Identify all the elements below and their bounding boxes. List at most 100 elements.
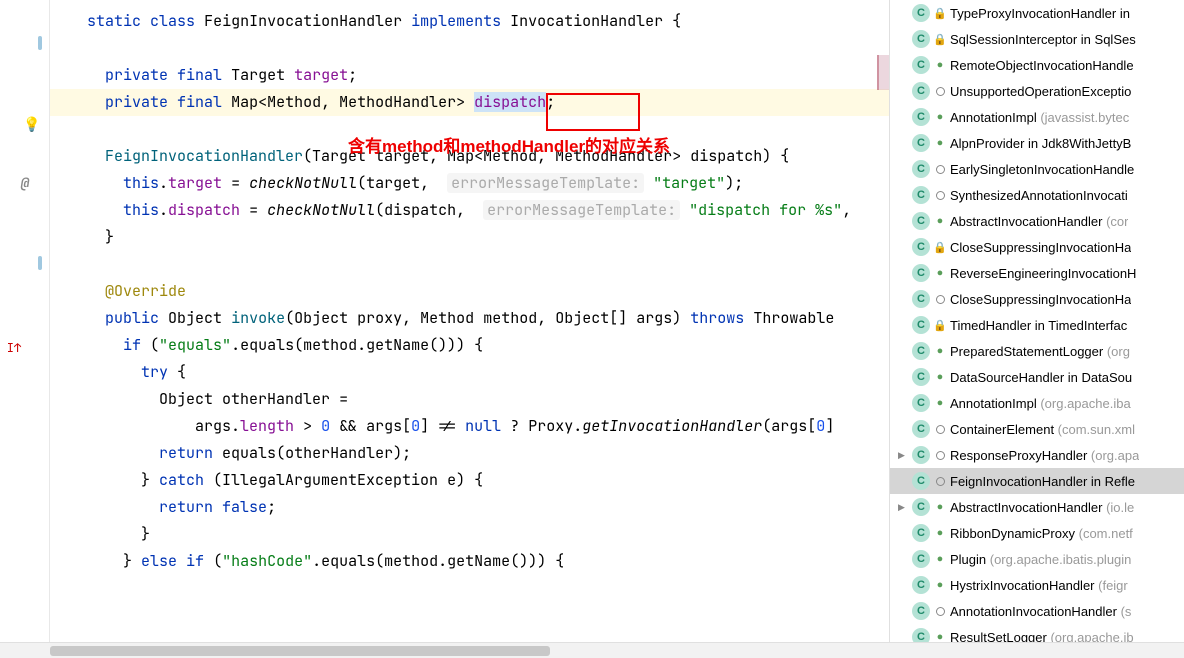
code-editor[interactable]: static class FeignInvocationHandler impl… bbox=[50, 0, 889, 658]
hierarchy-item[interactable]: C EarlySingletonInvocationHandle bbox=[890, 156, 1184, 182]
class-icon: C bbox=[912, 368, 930, 386]
class-icon: C bbox=[912, 4, 930, 22]
class-icon: C bbox=[912, 82, 930, 100]
impl-icon: ● bbox=[934, 397, 946, 409]
hierarchy-item[interactable]: C ● AbstractInvocationHandler (cor bbox=[890, 208, 1184, 234]
hierarchy-label: AnnotationImpl (org.apache.iba bbox=[950, 396, 1131, 411]
hierarchy-item[interactable]: C ● HystrixInvocationHandler (feigr bbox=[890, 572, 1184, 598]
fold-marker[interactable] bbox=[38, 256, 42, 270]
hierarchy-label: PreparedStatementLogger (org bbox=[950, 344, 1130, 359]
hierarchy-item[interactable]: C ● Plugin (org.apache.ibatis.plugin bbox=[890, 546, 1184, 572]
class-icon: C bbox=[912, 394, 930, 412]
impl-marker-icon[interactable]: I↑ bbox=[4, 338, 24, 358]
hierarchy-item[interactable]: C🔒TypeProxyInvocationHandler in bbox=[890, 0, 1184, 26]
impl-icon: ● bbox=[934, 579, 946, 591]
hierarchy-label: TimedHandler in TimedInterfac bbox=[950, 318, 1127, 333]
impl-icon: ● bbox=[934, 59, 946, 71]
class-icon: C bbox=[912, 342, 930, 360]
class-icon: C bbox=[912, 290, 930, 308]
impl-icon: ● bbox=[934, 137, 946, 149]
hierarchy-panel[interactable]: C🔒TypeProxyInvocationHandler inC🔒SqlSess… bbox=[889, 0, 1184, 658]
ring-icon bbox=[934, 425, 946, 434]
hierarchy-label: FeignInvocationHandler in Refle bbox=[950, 474, 1135, 489]
hierarchy-label: ContainerElement (com.sun.xml bbox=[950, 422, 1135, 437]
hierarchy-item[interactable]: C 🔒 TimedHandler in TimedInterfac bbox=[890, 312, 1184, 338]
class-icon: C bbox=[912, 524, 930, 542]
impl-icon: ● bbox=[934, 345, 946, 357]
lock-icon: 🔒 bbox=[934, 33, 946, 46]
hierarchy-item[interactable]: C CloseSuppressingInvocationHa bbox=[890, 286, 1184, 312]
class-icon: C bbox=[912, 160, 930, 178]
hierarchy-label: AnnotationImpl (javassist.bytec bbox=[950, 110, 1129, 125]
hierarchy-item[interactable]: C ● AnnotationImpl (org.apache.iba bbox=[890, 390, 1184, 416]
hierarchy-label: CloseSuppressingInvocationHa bbox=[950, 292, 1131, 307]
hierarchy-item[interactable]: C ● DataSourceHandler in DataSou bbox=[890, 364, 1184, 390]
hierarchy-label: SqlSessionInterceptor in SqlSes bbox=[950, 32, 1136, 47]
hierarchy-label: RemoteObjectInvocationHandle bbox=[950, 58, 1134, 73]
ring-icon bbox=[934, 477, 946, 486]
lock-icon: 🔒 bbox=[934, 7, 946, 20]
ring-icon bbox=[934, 191, 946, 200]
class-icon: C bbox=[912, 212, 930, 230]
class-icon: C bbox=[912, 550, 930, 568]
impl-icon: ● bbox=[934, 553, 946, 565]
hierarchy-label: DataSourceHandler in DataSou bbox=[950, 370, 1132, 385]
bulb-icon[interactable]: 💡 bbox=[22, 115, 42, 135]
ring-icon bbox=[934, 87, 946, 96]
hierarchy-item[interactable]: C ● PreparedStatementLogger (org bbox=[890, 338, 1184, 364]
minimap-highlight bbox=[877, 55, 889, 90]
ring-icon bbox=[934, 165, 946, 174]
hierarchy-label: AlpnProvider in Jdk8WithJettyB bbox=[950, 136, 1131, 151]
class-icon: C bbox=[912, 446, 930, 464]
class-icon: C bbox=[912, 264, 930, 282]
impl-icon: ● bbox=[934, 215, 946, 227]
hierarchy-item[interactable]: ▶C ● AbstractInvocationHandler (io.le bbox=[890, 494, 1184, 520]
expand-icon[interactable]: ▶ bbox=[898, 502, 912, 513]
expand-icon[interactable]: ▶ bbox=[898, 450, 912, 461]
hierarchy-item[interactable]: C ● AnnotationImpl (javassist.bytec bbox=[890, 104, 1184, 130]
fold-marker[interactable] bbox=[38, 36, 42, 50]
hierarchy-label: AnnotationInvocationHandler (s bbox=[950, 604, 1131, 619]
class-icon: C bbox=[912, 108, 930, 126]
hierarchy-item[interactable]: C UnsupportedOperationExceptio bbox=[890, 78, 1184, 104]
hierarchy-item[interactable]: C AnnotationInvocationHandler (s bbox=[890, 598, 1184, 624]
class-icon: C bbox=[912, 576, 930, 594]
class-icon: C bbox=[912, 134, 930, 152]
hierarchy-item[interactable]: C●RemoteObjectInvocationHandle bbox=[890, 52, 1184, 78]
hierarchy-label: SynthesizedAnnotationInvocati bbox=[950, 188, 1128, 203]
hierarchy-item[interactable]: C●RibbonDynamicProxy (com.netf bbox=[890, 520, 1184, 546]
hierarchy-item[interactable]: ▶CResponseProxyHandler (org.apa bbox=[890, 442, 1184, 468]
impl-icon: ● bbox=[934, 267, 946, 279]
hierarchy-item[interactable]: C ContainerElement (com.sun.xml bbox=[890, 416, 1184, 442]
hierarchy-item[interactable]: C ● AlpnProvider in Jdk8WithJettyB bbox=[890, 130, 1184, 156]
hierarchy-label: Plugin (org.apache.ibatis.plugin bbox=[950, 552, 1131, 567]
hierarchy-item[interactable]: C🔒CloseSuppressingInvocationHa bbox=[890, 234, 1184, 260]
impl-icon: ● bbox=[934, 371, 946, 383]
class-icon: C bbox=[912, 316, 930, 334]
hierarchy-item[interactable]: C FeignInvocationHandler in Refle bbox=[890, 468, 1184, 494]
hierarchy-item[interactable]: C●ReverseEngineeringInvocationH bbox=[890, 260, 1184, 286]
impl-icon: ● bbox=[934, 527, 946, 539]
class-icon: C bbox=[912, 498, 930, 516]
scrollbar-thumb[interactable] bbox=[50, 646, 550, 656]
hierarchy-label: EarlySingletonInvocationHandle bbox=[950, 162, 1134, 177]
impl-icon: ● bbox=[934, 111, 946, 123]
horizontal-scrollbar[interactable] bbox=[0, 642, 1184, 658]
hierarchy-label: HystrixInvocationHandler (feigr bbox=[950, 578, 1128, 593]
class-icon: C bbox=[912, 420, 930, 438]
class-icon: C bbox=[912, 472, 930, 490]
ring-icon bbox=[934, 607, 946, 616]
hierarchy-label: CloseSuppressingInvocationHa bbox=[950, 240, 1131, 255]
class-icon: C bbox=[912, 602, 930, 620]
class-icon: C bbox=[912, 30, 930, 48]
ring-icon bbox=[934, 295, 946, 304]
hierarchy-item[interactable]: C 🔒 SqlSessionInterceptor in SqlSes bbox=[890, 26, 1184, 52]
override-icon: @ bbox=[15, 174, 35, 194]
class-icon: C bbox=[912, 238, 930, 256]
hierarchy-label: UnsupportedOperationExceptio bbox=[950, 84, 1131, 99]
hierarchy-item[interactable]: CSynthesizedAnnotationInvocati bbox=[890, 182, 1184, 208]
impl-icon: ● bbox=[934, 501, 946, 513]
hierarchy-label: AbstractInvocationHandler (cor bbox=[950, 214, 1128, 229]
hierarchy-label: AbstractInvocationHandler (io.le bbox=[950, 500, 1134, 515]
lock-icon: 🔒 bbox=[934, 319, 946, 332]
